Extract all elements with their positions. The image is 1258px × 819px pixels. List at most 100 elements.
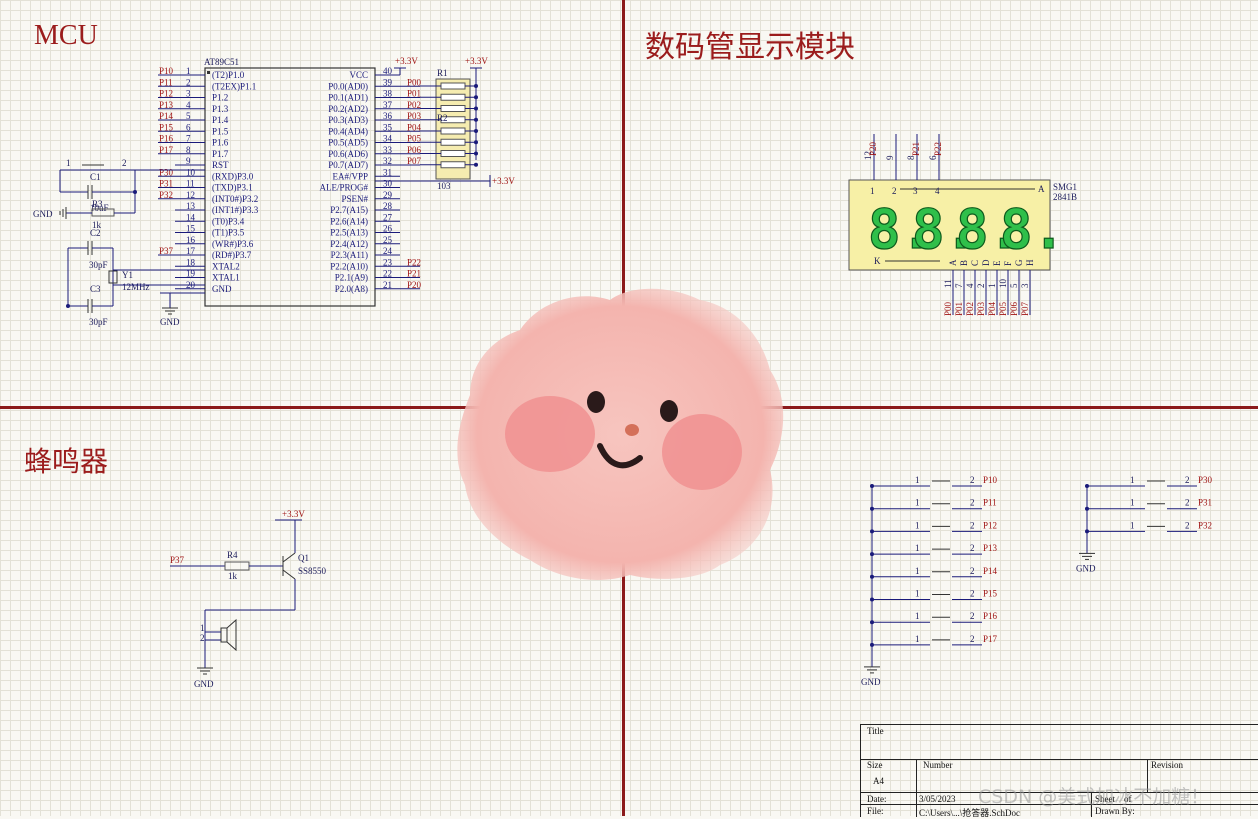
c2-ref: C2 [90,228,101,238]
key-net-label: P17 [983,634,998,644]
spk-pin-2: 2 [200,633,205,643]
key-pin-right: 2 [970,498,975,508]
mcu-pin-number: 33 [383,145,393,155]
mcu-pin-number: 13 [186,201,196,211]
mcu-pin-name: P2.2(A10) [330,261,368,271]
mcu-pin-name: XTAL2 [212,261,240,271]
rpack-resistor [440,82,466,90]
mcu-pin-number: 17 [186,246,196,256]
mcu-net-label: P05 [407,134,422,144]
mcu-pin-number: 23 [383,257,393,267]
key-pin-left: 1 [1130,475,1135,485]
display-seg-letter: D [981,259,991,266]
display-inner-pin: 4 [935,186,940,196]
mcu-net-label: P02 [407,100,421,110]
mcu-pin-name: ALE/PROG# [319,183,368,193]
mcu-pin-number: 38 [383,89,393,99]
display-ref: SMG1 [1053,182,1077,192]
buzzer-net-in: P37 [170,555,185,565]
mcu-pin-number: 1 [186,66,191,76]
display-seg-net: P07 [1020,301,1030,316]
display-top-pin-number: 9 [885,155,895,160]
key-pin-right: 2 [1185,520,1190,530]
mcu-pin-name: P0.3(AD3) [328,115,368,125]
mcu-pin-number: 8 [186,145,191,155]
key-net-label: P16 [983,611,998,621]
mcu-pin-number: 5 [186,111,191,121]
display-seg-letter: G [1014,259,1024,266]
key-pin-left: 1 [915,543,920,553]
key-gnd-label: GND [861,677,881,687]
display-seg-net: P04 [987,301,997,316]
mcu-pin-name: P1.2 [212,93,228,103]
mcu-net-label: P21 [407,269,421,279]
mcu-pin-number: 29 [383,190,393,200]
display-seg-pin-number: 5 [1009,283,1019,288]
key-pin-left: 1 [915,520,920,530]
mcu-net-label: P06 [407,145,422,155]
mcu-pin-number: 18 [186,257,196,267]
key-pin-left: 1 [915,589,920,599]
mcu-pin-name: P0.2(AD2) [328,104,368,114]
key-pin-left: 1 [915,611,920,621]
key-pin-right: 2 [970,611,975,621]
display-seg-net: P01 [954,302,964,316]
display-seg-pin-number: 10 [998,279,1008,289]
key-net-label: P10 [983,475,998,485]
y1-ref: Y1 [122,270,133,280]
key-net-label: P14 [983,566,998,576]
mcu-pin-number: 22 [383,269,392,279]
r4-value: 1k [228,571,238,581]
mcu-pin-number: 21 [383,280,392,290]
mcu-pin-name: PSEN# [341,194,368,204]
display-seg-net: P00 [943,301,953,316]
key-pin-left: 1 [915,634,920,644]
display-top-net: P22 [933,142,943,156]
file-label: File: [867,806,884,816]
key-pin-left: 1 [915,498,920,508]
mcu-pin-number: 9 [186,156,191,166]
mcu-pin-number: 12 [186,190,195,200]
rpack-resistor [440,127,466,135]
mcu-pin-name: EA#/VPP [332,171,368,181]
mcu-pin-name: P1.3 [212,104,229,114]
mcu-pin-number: 26 [383,224,393,234]
vcc-label-rpack: +3.3V [465,56,488,66]
mcu-pin-number: 6 [186,122,191,132]
mcu-pin-name: P1.5 [212,126,229,136]
mcu-pin-number: 39 [383,77,393,87]
key-pin-right: 2 [970,566,975,576]
key-net-label: P15 [983,589,998,599]
rpack-resistor [440,105,466,112]
mcu-net-label: P04 [407,122,422,132]
c3-value: 30pF [89,317,108,327]
mcu-pin-name: P2.6(A14) [330,216,368,226]
rpack-resistor [440,93,466,101]
mcu-pin-name: P1.4 [212,115,229,125]
number-label: Number [923,760,953,770]
mcu-pin-name: (T2EX)P1.1 [212,81,256,91]
key-pin-right: 2 [1185,498,1190,508]
mcu-pin-name: (RD#)P3.7 [212,250,252,260]
mcu-pin-number: 31 [383,167,392,177]
display-seg-letter: F [1003,261,1013,266]
mcu-pin-name: P2.4(A12) [330,239,368,249]
mcu-pin-name: (T1)P3.5 [212,228,245,238]
gnd-label-mcu: GND [160,317,180,327]
vcc-label-ea: +3.3V [492,176,515,186]
mcu-pin-number: 24 [383,246,393,256]
mcu-pin-number: 35 [383,122,393,132]
seven-seg-digit: 8. [1000,198,1065,261]
mcu-pin-name: P2.3(A11) [331,250,368,260]
key-pin-left: 1 [915,566,920,576]
display-seg-pin-number: 2 [976,284,986,289]
mcu-net-label: P03 [407,111,422,121]
display-inner-pin: 2 [892,186,897,196]
rpack-resistor [440,150,466,157]
display-seg-letter: A [948,259,958,266]
display-seg-net: P05 [998,301,1008,316]
display-seg-letter: H [1025,259,1035,266]
mcu-pin-name: (RXD)P3.0 [212,171,254,181]
mcu-chip-name: AT89C51 [204,57,239,67]
c3-ref: C3 [90,284,101,294]
